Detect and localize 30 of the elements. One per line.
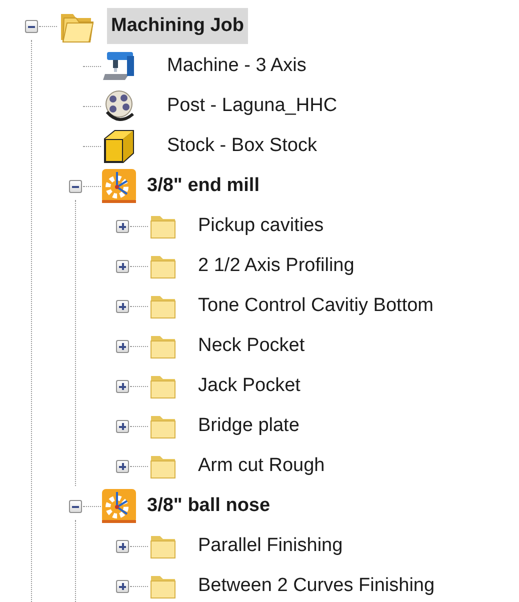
cube-icon	[101, 128, 137, 164]
toolpath-gear-icon	[101, 168, 137, 204]
tree-item[interactable]: Neck Pocket	[194, 328, 309, 364]
tree-item[interactable]: Tone Control Cavitiy Bottom	[194, 288, 438, 324]
tree-item[interactable]: 2 1/2 Axis Profiling	[194, 248, 358, 284]
tree-item[interactable]: 3/8" end mill	[143, 168, 264, 204]
tree-item[interactable]: Parallel Finishing	[194, 528, 347, 564]
expand-toggle[interactable]	[116, 540, 129, 552]
tree-item[interactable]: Machine - 3 Axis	[163, 48, 310, 84]
expand-toggle[interactable]	[116, 460, 129, 472]
tree-item[interactable]: Bridge plate	[194, 408, 304, 444]
expand-toggle[interactable]	[116, 260, 129, 272]
tree-item[interactable]: Machining Job	[107, 8, 248, 44]
expand-toggle[interactable]	[116, 380, 129, 392]
expand-toggle[interactable]	[116, 220, 129, 232]
tree-item[interactable]: Between 2 Curves Finishing	[194, 568, 439, 602]
tree-item[interactable]: Arm cut Rough	[194, 448, 329, 484]
tree-item[interactable]: Post - Laguna_HHC	[163, 88, 342, 124]
tree-item[interactable]: Jack Pocket	[194, 368, 304, 404]
collapse-toggle[interactable]	[69, 180, 82, 192]
expand-toggle[interactable]	[116, 580, 129, 592]
expand-toggle[interactable]	[116, 300, 129, 312]
tree-item[interactable]: 3/8" ball nose	[143, 488, 274, 524]
tree-item[interactable]: Stock - Box Stock	[163, 128, 321, 164]
tree-item[interactable]: Pickup cavities	[194, 208, 328, 244]
collapse-toggle[interactable]	[69, 500, 82, 512]
collapse-toggle[interactable]	[25, 20, 38, 32]
toolpath-gear-icon	[101, 488, 137, 524]
expand-toggle[interactable]	[116, 340, 129, 352]
expand-toggle[interactable]	[116, 420, 129, 432]
